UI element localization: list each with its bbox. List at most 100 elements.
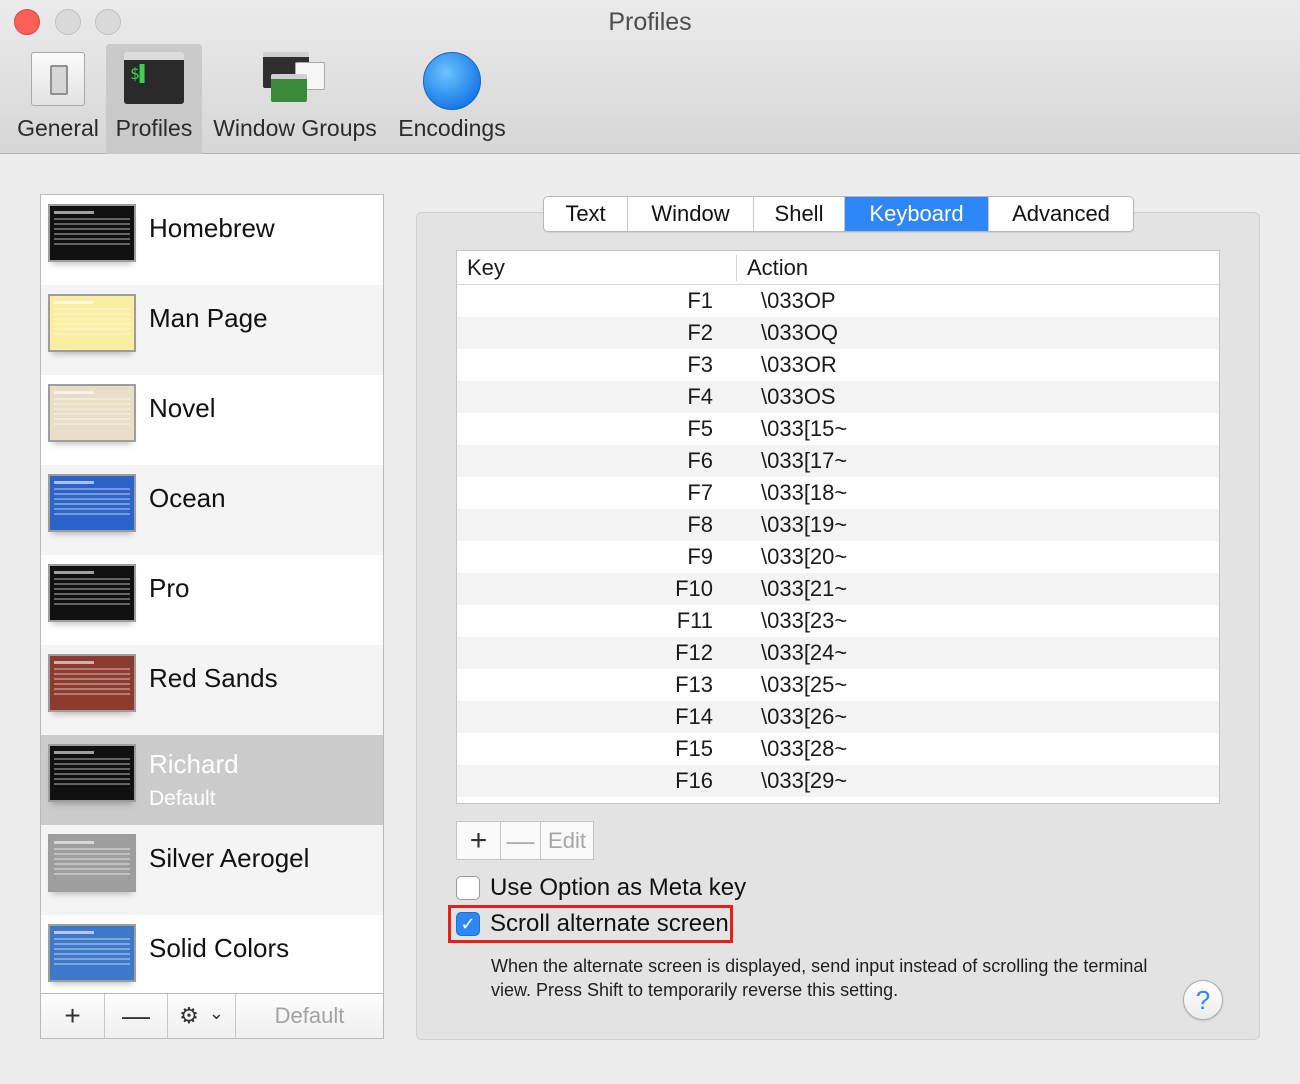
table-row[interactable]: F14 \033[26~	[457, 701, 1219, 733]
meta-key-option[interactable]: Use Option as Meta key	[456, 874, 746, 902]
profile-item-ocean[interactable]: Ocean	[41, 465, 383, 555]
terminal-icon: $▌	[124, 52, 184, 104]
action-cell: \033[19~	[761, 512, 848, 537]
profile-item-solid-colors[interactable]: Solid Colors	[41, 915, 383, 993]
tab-advanced[interactable]: Advanced	[989, 197, 1133, 231]
table-row[interactable]: F16 \033[29~	[457, 765, 1219, 797]
key-cell: F7	[687, 480, 713, 505]
scroll-alternate-checkbox[interactable]: ✓	[456, 912, 480, 936]
column-header-action[interactable]: Action	[737, 251, 818, 284]
action-cell: \033OR	[761, 352, 837, 377]
profile-item-silver-aerogel[interactable]: Silver Aerogel	[41, 825, 383, 915]
toolbar-profiles[interactable]: $▌ Profiles	[106, 44, 202, 154]
toolbar-general-label: General	[17, 115, 99, 141]
help-button[interactable]: ?	[1183, 980, 1223, 1020]
profile-thumbnail	[48, 654, 136, 712]
profile-item-richard[interactable]: Richard Default	[41, 735, 383, 825]
table-row[interactable]: F1 \033OP	[457, 285, 1219, 317]
action-cell: \033OP	[761, 288, 836, 313]
window-groups-icon	[263, 52, 327, 104]
profile-name: Richard	[149, 749, 239, 779]
action-cell: \033[26~	[761, 704, 848, 729]
toolbar-window-groups[interactable]: Window Groups	[206, 44, 384, 154]
table-row[interactable]: F4 \033OS	[457, 381, 1219, 413]
table-row[interactable]: F5 \033[15~	[457, 413, 1219, 445]
add-profile-button[interactable]: +	[41, 994, 105, 1038]
table-row[interactable]: F13 \033[25~	[457, 669, 1219, 701]
profile-name: Novel	[149, 393, 216, 423]
table-row[interactable]: F11 \033[23~	[457, 605, 1219, 637]
table-row[interactable]: F7 \033[18~	[457, 477, 1219, 509]
action-cell: \033[23~	[761, 608, 848, 633]
profile-thumbnail	[48, 744, 136, 802]
table-row[interactable]: F15 \033[28~	[457, 733, 1219, 765]
table-header: Key Action	[457, 251, 1219, 285]
key-mapping-table[interactable]: Key Action F1 \033OP F2 \033OQ F3 \033OR F4 \03…	[456, 250, 1220, 804]
key-cell: F5	[687, 416, 713, 441]
tab-window[interactable]: Window	[628, 197, 754, 231]
key-cell: F14	[675, 704, 713, 729]
tab-shell[interactable]: Shell	[754, 197, 845, 231]
profile-thumbnail	[48, 474, 136, 532]
profile-thumbnail	[48, 924, 136, 982]
key-cell: F10	[675, 576, 713, 601]
general-switch-icon	[31, 52, 85, 106]
key-cell: F9	[687, 544, 713, 569]
settings-tabs: Text Window Shell Keyboard Advanced	[543, 196, 1134, 232]
profile-list[interactable]: Homebrew Man Page Novel Ocean Pro Red Sands Ri…	[40, 194, 384, 994]
profile-item-novel[interactable]: Novel	[41, 375, 383, 465]
table-row[interactable]: F10 \033[21~	[457, 573, 1219, 605]
table-row[interactable]: F8 \033[19~	[457, 509, 1219, 541]
profile-name: Ocean	[149, 483, 226, 513]
add-key-mapping-button[interactable]: +	[457, 822, 501, 859]
scroll-alternate-description: When the alternate screen is displayed, …	[491, 956, 1148, 1000]
action-cell: \033[20~	[761, 544, 848, 569]
table-row[interactable]: F6 \033[17~	[457, 445, 1219, 477]
key-cell: F12	[675, 640, 713, 665]
window-title: Profiles	[608, 8, 692, 36]
key-cell: F13	[675, 672, 713, 697]
toolbar-encodings[interactable]: Encodings	[392, 44, 512, 154]
toolbar-profiles-label: Profiles	[115, 115, 193, 141]
set-default-button[interactable]: Default	[236, 994, 383, 1038]
column-header-key[interactable]: Key	[457, 255, 737, 281]
profile-thumbnail	[48, 204, 136, 262]
profile-thumbnail	[48, 294, 136, 352]
toolbar-encodings-label: Encodings	[398, 115, 506, 141]
tab-keyboard[interactable]: Keyboard	[845, 197, 989, 231]
action-cell: \033[21~	[761, 576, 848, 601]
profile-thumbnail	[48, 384, 136, 442]
remove-profile-button[interactable]: —	[105, 994, 168, 1038]
action-cell: \033[29~	[761, 768, 848, 793]
tab-text[interactable]: Text	[544, 197, 628, 231]
profile-actions-menu[interactable]: ⚙ ⌄	[168, 994, 236, 1038]
scroll-alternate-option[interactable]: ✓ Scroll alternate screen	[456, 910, 729, 938]
meta-key-checkbox[interactable]	[456, 876, 480, 900]
profile-thumbnail	[48, 834, 136, 892]
key-cell: F1	[687, 288, 713, 313]
edit-key-mapping-button[interactable]: Edit	[541, 822, 593, 859]
table-row[interactable]: F9 \033[20~	[457, 541, 1219, 573]
checkmark-icon: ✓	[460, 913, 476, 934]
profile-name: Homebrew	[149, 213, 275, 243]
profile-name: Pro	[149, 573, 190, 603]
profile-item-red-sands[interactable]: Red Sands	[41, 645, 383, 735]
profile-item-homebrew[interactable]: Homebrew	[41, 195, 383, 285]
toolbar-general[interactable]: General	[12, 44, 104, 154]
profile-default-label: Default	[149, 787, 216, 810]
key-cell: F3	[687, 352, 713, 377]
remove-key-mapping-button[interactable]: —	[501, 822, 541, 859]
action-cell: \033[18~	[761, 480, 848, 505]
key-cell: F6	[687, 448, 713, 473]
action-cell: \033[24~	[761, 640, 848, 665]
action-cell: \033OS	[761, 384, 836, 409]
table-row[interactable]: F2 \033OQ	[457, 317, 1219, 349]
profile-item-man-page[interactable]: Man Page	[41, 285, 383, 375]
table-row[interactable]: F12 \033[24~	[457, 637, 1219, 669]
profile-thumbnail	[48, 564, 136, 622]
key-cell: F15	[675, 736, 713, 761]
key-cell: F8	[687, 512, 713, 537]
profile-name: Man Page	[149, 303, 268, 333]
profile-item-pro[interactable]: Pro	[41, 555, 383, 645]
table-row[interactable]: F3 \033OR	[457, 349, 1219, 381]
